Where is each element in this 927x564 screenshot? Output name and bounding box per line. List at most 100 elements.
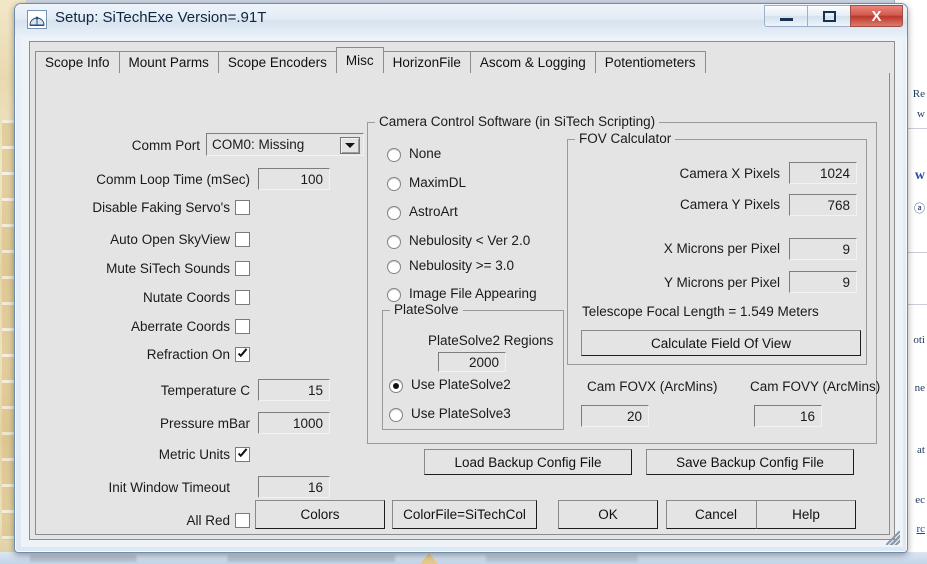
aberrate-coords-checkbox[interactable]: [235, 319, 250, 334]
pressure-value: 1000: [292, 415, 323, 431]
tab-strip: Scope Info Mount Parms Scope Encoders Mi…: [35, 47, 706, 73]
camera-x-pixels-input[interactable]: 1024: [789, 162, 857, 184]
background-link-fragment[interactable]: rc: [916, 523, 925, 535]
save-backup-config-button[interactable]: Save Backup Config File: [646, 449, 854, 475]
cancel-button[interactable]: Cancel: [666, 500, 766, 529]
auto-open-skyview-label: Auto Open SkyView: [110, 232, 230, 247]
cam-fovy-label: Cam FOVY (ArcMins): [750, 379, 881, 394]
ok-button[interactable]: OK: [558, 500, 658, 529]
tab-misc[interactable]: Misc: [335, 47, 384, 73]
auto-open-skyview-checkbox[interactable]: [235, 232, 250, 247]
background-text-fragment: ec: [915, 494, 925, 506]
tab-label: Scope Info: [45, 55, 110, 70]
maximize-icon: [822, 10, 836, 22]
window-controls: X: [764, 5, 903, 27]
telescope-dome-icon: [27, 10, 47, 29]
window-title: Setup: SiTechExe Version=.91T: [55, 9, 267, 26]
focal-length-text: Telescope Focal Length = 1.549 Meters: [582, 304, 819, 319]
mute-sitech-sounds-checkbox[interactable]: [235, 261, 250, 276]
use-platesolve3-radio[interactable]: [389, 408, 403, 422]
camera-option-imagefile-label: Image File Appearing: [409, 286, 537, 301]
camera-y-pixels-input[interactable]: 768: [789, 194, 857, 216]
background-taskbar-items: [30, 555, 790, 562]
colors-button[interactable]: Colors: [255, 500, 385, 529]
tab-mount-parms[interactable]: Mount Parms: [118, 51, 219, 73]
camera-option-nebulosity2-label: Nebulosity < Ver 2.0: [409, 233, 531, 248]
background-taskbar: [0, 552, 927, 564]
colorfile-label: ColorFile=SiTechCol: [403, 507, 526, 522]
camera-option-astroart-radio[interactable]: [387, 206, 401, 220]
metric-units-checkbox[interactable]: [235, 447, 250, 462]
platesolve-regions-label: PlateSolve2 Regions: [428, 333, 554, 348]
cam-fovy-input[interactable]: 16: [754, 405, 822, 427]
temperature-value: 15: [307, 382, 323, 398]
cam-fovx-value: 20: [626, 408, 642, 424]
tab-label: Ascom & Logging: [479, 55, 586, 70]
use-platesolve3-label: Use PlateSolve3: [411, 406, 511, 421]
y-microns-per-pixel-label: Y Microns per Pixel: [663, 275, 780, 290]
use-platesolve2-radio[interactable]: [389, 379, 403, 393]
nutate-coords-checkbox[interactable]: [235, 290, 250, 305]
camera-option-imagefile-radio[interactable]: [387, 288, 401, 302]
close-button[interactable]: X: [850, 5, 903, 27]
refraction-on-checkbox[interactable]: [235, 347, 250, 362]
maximize-button[interactable]: [807, 5, 851, 27]
minimize-button[interactable]: [764, 5, 808, 27]
background-text-fragment: w: [914, 168, 925, 183]
comm-port-dropdown[interactable]: COM0: Missing: [206, 133, 364, 156]
all-red-label: All Red: [186, 513, 230, 528]
fov-calculator-group-title: FOV Calculator: [575, 131, 676, 146]
comm-loop-time-label: Comm Loop Time (mSec): [96, 172, 250, 187]
y-microns-per-pixel-input[interactable]: 9: [789, 271, 857, 293]
temperature-input[interactable]: 15: [258, 379, 330, 401]
cancel-label: Cancel: [694, 507, 738, 522]
camera-option-none-radio[interactable]: [387, 148, 401, 162]
help-button[interactable]: Help: [756, 500, 856, 529]
disable-faking-servos-checkbox[interactable]: [235, 200, 250, 215]
calculate-field-of-view-button[interactable]: Calculate Field Of View: [581, 330, 861, 356]
window-client-area: Scope Info Mount Parms Scope Encoders Mi…: [21, 37, 903, 547]
background-text-fragment: ⓐ: [914, 203, 925, 215]
camera-option-nebulosity3-radio[interactable]: [387, 260, 401, 274]
aberrate-coords-label: Aberrate Coords: [130, 319, 230, 334]
close-icon: X: [871, 7, 882, 25]
background-text-fragment: oti: [913, 334, 925, 346]
tab-label: Mount Parms: [128, 55, 209, 70]
platesolve-regions-input[interactable]: 2000: [438, 352, 506, 372]
colorfile-button[interactable]: ColorFile=SiTechCol: [392, 500, 537, 529]
camera-option-maximdl-label: MaximDL: [409, 175, 467, 190]
init-window-timeout-label: Init Window Timeout: [108, 480, 230, 495]
camera-option-nebulosity2-radio[interactable]: [387, 235, 401, 249]
background-triangle-icon: [420, 553, 438, 564]
camera-option-nebulosity3-label: Nebulosity >= 3.0: [409, 258, 515, 273]
tab-label: Misc: [345, 53, 374, 68]
platesolve-regions-value: 2000: [468, 354, 499, 370]
resize-grip[interactable]: [886, 531, 900, 545]
ok-label: OK: [598, 507, 618, 522]
background-text-fragment: at: [917, 444, 925, 456]
tab-scope-info[interactable]: Scope Info: [35, 51, 120, 73]
cam-fovx-input[interactable]: 20: [581, 405, 649, 427]
pressure-input[interactable]: 1000: [258, 412, 330, 434]
init-window-timeout-input[interactable]: 16: [258, 476, 330, 498]
camera-x-pixels-label: Camera X Pixels: [679, 166, 780, 181]
load-backup-config-button[interactable]: Load Backup Config File: [424, 449, 632, 475]
tab-horizonfile[interactable]: HorizonFile: [382, 51, 471, 73]
tab-scope-encoders[interactable]: Scope Encoders: [217, 51, 337, 73]
x-microns-per-pixel-input[interactable]: 9: [789, 238, 857, 260]
background-text-fragment: w: [917, 108, 925, 120]
comm-loop-time-input[interactable]: 100: [258, 168, 330, 190]
camera-option-maximdl-radio[interactable]: [387, 177, 401, 191]
help-label: Help: [792, 507, 820, 522]
disable-faking-servos-label: Disable Faking Servo's: [92, 200, 230, 215]
x-microns-per-pixel-value: 9: [842, 241, 850, 257]
chevron-down-icon[interactable]: [340, 137, 360, 154]
comm-port-label: Comm Port: [131, 138, 200, 153]
tab-potentiometers[interactable]: Potentiometers: [594, 51, 706, 73]
x-microns-per-pixel-label: X Microns per Pixel: [663, 241, 780, 256]
tab-ascom-logging[interactable]: Ascom & Logging: [469, 51, 596, 73]
comm-loop-time-value: 100: [300, 171, 323, 187]
comm-port-value: COM0: Missing: [212, 137, 305, 152]
title-bar[interactable]: Setup: SiTechExe Version=.91T X: [15, 4, 907, 37]
all-red-checkbox[interactable]: [235, 513, 250, 528]
